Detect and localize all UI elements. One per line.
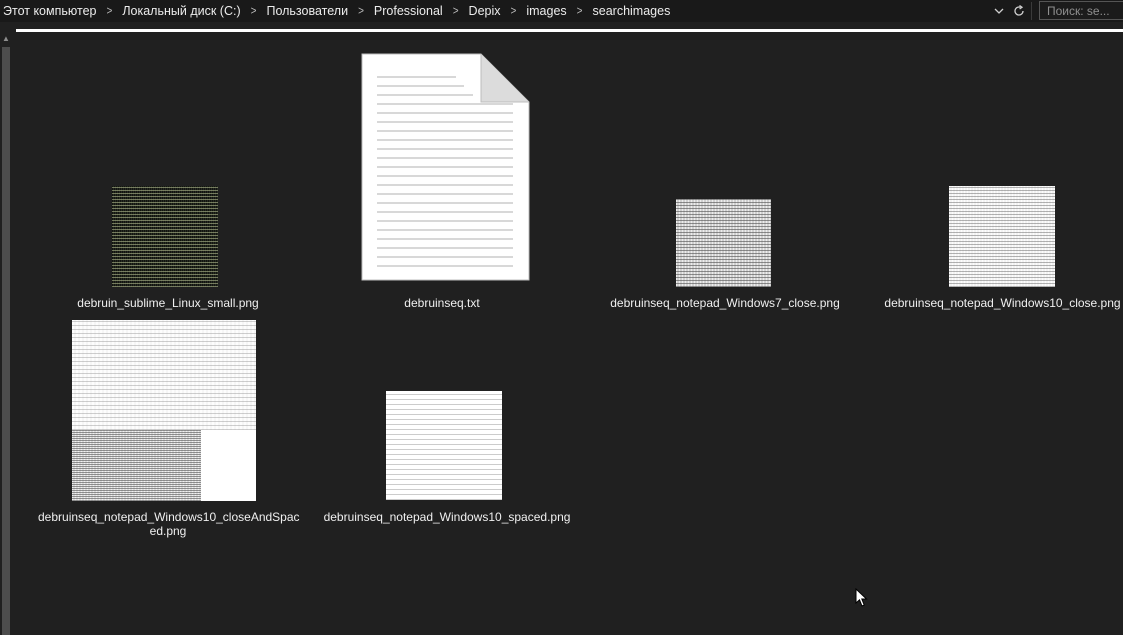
chevron-right-icon[interactable]: > <box>245 4 263 17</box>
breadcrumb[interactable]: Этот компьютер > Локальный диск (C:) > П… <box>0 0 674 22</box>
chevron-right-icon[interactable]: > <box>447 4 465 17</box>
address-bar: Этот компьютер > Локальный диск (C:) > П… <box>0 0 1123 22</box>
search-box[interactable] <box>1039 1 1123 20</box>
breadcrumb-professional[interactable]: Professional <box>370 4 447 18</box>
chevron-right-icon[interactable]: > <box>505 4 523 17</box>
file-name: debruinseq_notepad_Windows10_spaced.png <box>323 510 571 524</box>
text-document-icon <box>361 53 530 281</box>
scroll-thumb[interactable] <box>2 47 10 635</box>
mouse-cursor-icon <box>855 588 868 607</box>
file-item[interactable]: debruinseq.txt <box>342 51 542 313</box>
file-name: debruinseq.txt <box>404 296 480 310</box>
thumbnail-region <box>72 320 256 430</box>
breadcrumb-searchimages[interactable]: searchimages <box>589 4 675 18</box>
breadcrumb-depix[interactable]: Depix <box>465 4 505 18</box>
chevron-right-icon[interactable]: > <box>352 4 370 17</box>
file-grid: debruin_sublime_Linux_small.png debruins… <box>12 33 1123 635</box>
refresh-icon[interactable] <box>1012 2 1026 20</box>
file-name: debruinseq_notepad_Windows10_close.png <box>884 296 1121 310</box>
file-name-line: debruinseq_notepad_Windows10_closeAndSpa… <box>38 510 300 524</box>
image-thumbnail <box>72 320 256 501</box>
file-name: debruinseq_notepad_Windows10_closeAndSpa… <box>38 510 300 538</box>
breadcrumb-users[interactable]: Пользователи <box>262 4 352 18</box>
breadcrumb-local-disk[interactable]: Локальный диск (C:) <box>118 4 244 18</box>
file-item[interactable]: debruinseq_notepad_Windows10_close.png <box>882 183 1123 313</box>
breadcrumb-images[interactable]: images <box>522 4 570 18</box>
file-name: debruin_sublime_Linux_small.png <box>77 296 259 310</box>
image-thumbnail <box>112 186 218 287</box>
file-item[interactable]: debruinseq_notepad_Windows10_spaced.png <box>322 388 572 528</box>
image-thumbnail <box>386 391 502 500</box>
breadcrumb-this-pc[interactable]: Этот компьютер <box>0 4 100 18</box>
image-thumbnail <box>676 199 771 287</box>
chevron-down-icon[interactable] <box>992 2 1006 20</box>
file-item[interactable]: debruinseq_notepad_Windows10_closeAndSpa… <box>38 318 300 540</box>
chevron-right-icon[interactable]: > <box>100 4 118 17</box>
scrollbar[interactable]: ▲ <box>0 33 12 635</box>
file-name-line: ed.png <box>149 524 187 538</box>
image-thumbnail <box>949 186 1055 287</box>
file-name: debruinseq_notepad_Windows7_close.png <box>610 296 840 310</box>
chevron-right-icon[interactable]: > <box>571 4 589 17</box>
file-item[interactable]: debruin_sublime_Linux_small.png <box>68 183 268 313</box>
thumbnail-region <box>72 430 201 501</box>
scroll-up-icon[interactable]: ▲ <box>1 35 11 43</box>
address-controls <box>992 0 1026 22</box>
search-input[interactable] <box>1040 2 1123 19</box>
header-separator <box>16 29 1123 32</box>
divider <box>1031 2 1032 20</box>
file-item[interactable]: debruinseq_notepad_Windows7_close.png <box>602 193 848 313</box>
